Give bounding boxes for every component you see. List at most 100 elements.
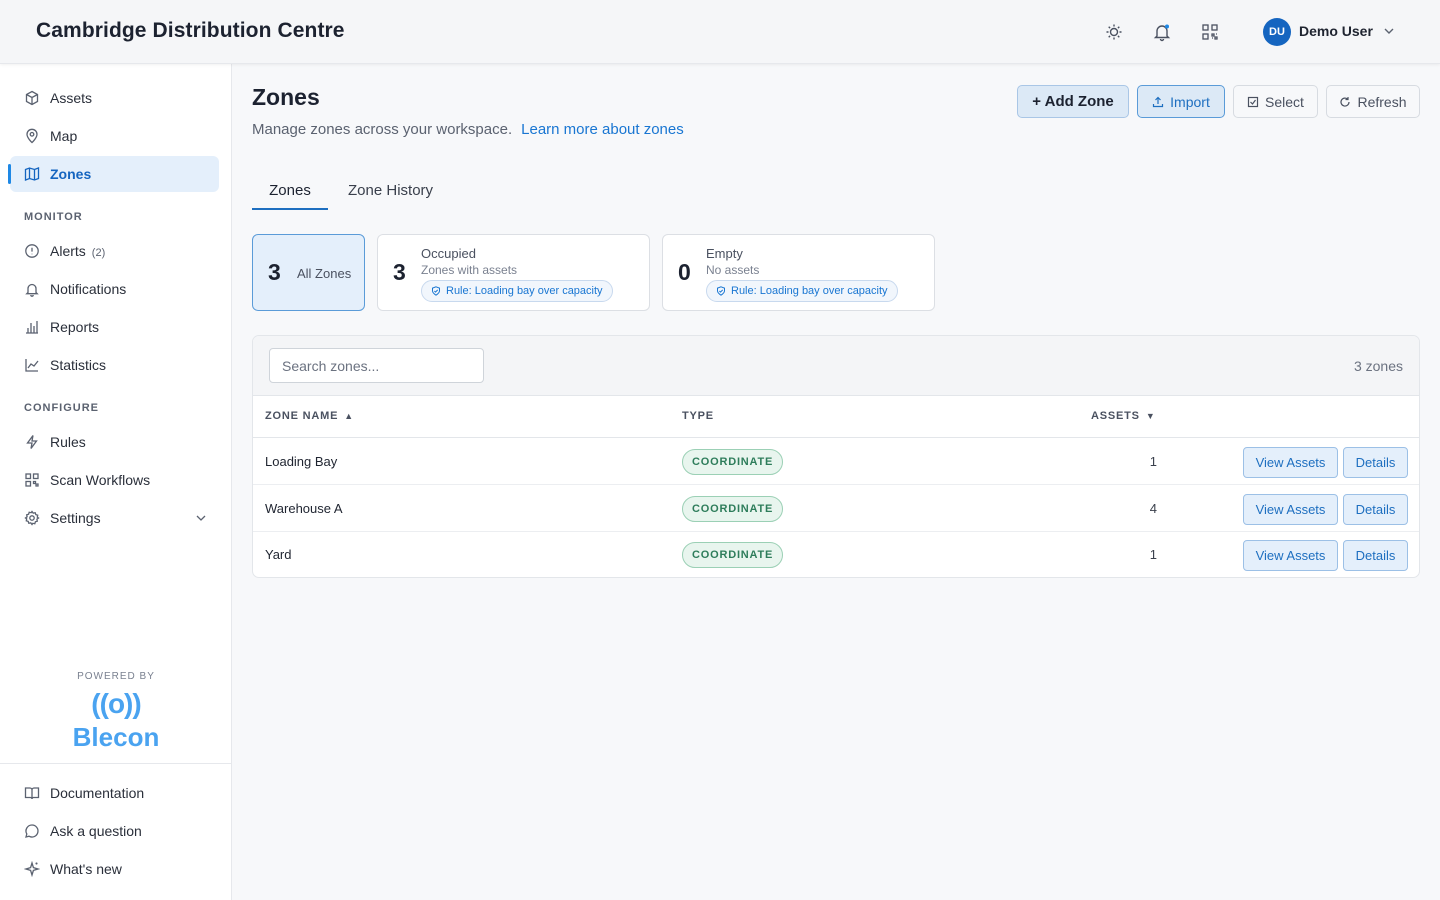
shield-icon	[432, 286, 440, 296]
type-badge: COORDINATE	[682, 449, 784, 475]
sidebar-item-label: Scan Workflows	[50, 472, 151, 488]
sidebar-item-documentation[interactable]: Documentation	[10, 775, 219, 811]
assets-count-cell: 1	[1149, 547, 1157, 562]
sidebar-item-label: Reports	[50, 319, 100, 335]
zone-count: 3 zones	[1353, 358, 1403, 374]
card-count: 3	[393, 259, 406, 285]
rule-pill[interactable]: Rule: Loading bay over capacity	[421, 280, 613, 302]
import-button[interactable]: Import	[1137, 85, 1225, 118]
sidebar-item-label: Map	[50, 128, 78, 144]
card-title: Empty	[706, 246, 743, 261]
sidebar-item-settings[interactable]: Settings	[10, 500, 219, 536]
sidebar-item-label: Rules	[50, 434, 86, 450]
table-row: Yard COORDINATE 1 View Assets Details	[253, 531, 1419, 577]
sidebar-item-ask-a-question[interactable]: Ask a question	[10, 813, 219, 849]
column-header-type[interactable]: TYPE	[682, 410, 714, 422]
card-count: 3	[268, 259, 281, 285]
sidebar-item-label: Documentation	[50, 785, 145, 801]
page-subtitle-text: Manage zones across your workspace.	[252, 121, 513, 138]
column-header-zone-name[interactable]: ZONE NAME ▲	[265, 410, 354, 422]
card-occupied[interactable]: 3 Occupied Zones with assets Rule: Loadi…	[377, 234, 650, 311]
sidebar-item-reports[interactable]: Reports	[10, 309, 219, 345]
cube-icon	[24, 90, 40, 106]
gear-icon	[24, 510, 40, 526]
assets-count-cell: 1	[1149, 454, 1157, 469]
sidebar-item-label: What's new	[50, 861, 122, 877]
tab-zone-history[interactable]: Zone History	[348, 182, 433, 199]
blecon-logo: Blecon	[72, 722, 160, 752]
sidebar-divider	[0, 763, 231, 764]
sidebar-item-rules[interactable]: Rules	[10, 424, 219, 460]
sidebar-item-label: Zones	[50, 166, 92, 182]
column-header-assets[interactable]: ASSETS ▼	[1091, 410, 1156, 422]
details-button[interactable]: Details	[1343, 540, 1408, 571]
refresh-icon	[1340, 96, 1351, 107]
column-header-label: TYPE	[682, 410, 714, 422]
bell-icon	[24, 281, 40, 297]
details-button[interactable]: Details	[1343, 447, 1408, 478]
card-count: 0	[678, 259, 691, 285]
table-toolbar: 3 zones	[253, 336, 1419, 396]
page-subtitle: Manage zones across your workspace. Learn…	[252, 121, 684, 138]
sidebar-item-label: Ask a question	[50, 823, 142, 839]
card-all-zones[interactable]: 3 All Zones	[252, 234, 365, 311]
sort-descending-icon: ▼	[1145, 411, 1156, 421]
sidebar-item-scan-workflows[interactable]: Scan Workflows	[10, 462, 219, 498]
bar-chart-icon	[24, 319, 40, 335]
add-zone-label: + Add Zone	[1032, 93, 1114, 110]
add-zone-button[interactable]: + Add Zone	[1017, 85, 1129, 118]
alert-count-badge: (2)	[91, 247, 106, 259]
column-header-label: ASSETS	[1091, 410, 1140, 422]
sidebar-item-notifications[interactable]: Notifications	[10, 271, 219, 307]
sidebar-item-whats-new[interactable]: What's new	[10, 851, 219, 887]
zone-name-cell: Warehouse A	[265, 501, 343, 516]
active-indicator	[8, 164, 11, 184]
chevron-down-icon[interactable]	[1382, 24, 1396, 38]
card-label: All Zones	[297, 266, 352, 281]
grid-icon	[24, 472, 40, 488]
sidebar-item-map[interactable]: Map	[10, 118, 219, 154]
type-badge: COORDINATE	[682, 496, 784, 522]
avatar[interactable]: DU	[1263, 18, 1291, 46]
select-button[interactable]: Select	[1233, 85, 1318, 118]
column-header-label: ZONE NAME	[265, 410, 339, 422]
sidebar-item-alerts[interactable]: Alerts (2)	[10, 233, 219, 269]
tab-zones[interactable]: Zones	[252, 182, 328, 199]
sidebar-item-statistics[interactable]: Statistics	[10, 347, 219, 383]
view-assets-button[interactable]: View Assets	[1243, 494, 1338, 525]
refresh-button[interactable]: Refresh	[1326, 85, 1420, 118]
search-input[interactable]	[269, 348, 484, 383]
notifications-bell-icon[interactable]	[1152, 22, 1172, 42]
rule-pill[interactable]: Rule: Loading bay over capacity	[706, 280, 898, 302]
chat-icon	[24, 823, 40, 839]
learn-more-link[interactable]: Learn more about zones	[521, 121, 684, 138]
card-empty[interactable]: 0 Empty No assets Rule: Loading bay over…	[662, 234, 935, 311]
card-description: No assets	[706, 263, 760, 277]
type-badge: COORDINATE	[682, 542, 784, 568]
zone-name-cell: Yard	[265, 547, 292, 562]
map-pin-icon	[24, 128, 40, 144]
table-row: Loading Bay COORDINATE 1 View Assets Det…	[253, 438, 1419, 485]
qr-code-icon[interactable]	[1200, 22, 1220, 42]
rule-pill-label: Rule: Loading bay over capacity	[446, 285, 603, 297]
sidebar-item-label: Statistics	[50, 357, 107, 373]
sort-ascending-icon: ▲	[344, 411, 354, 421]
powered-by-label: POWERED BY	[77, 671, 155, 682]
zone-name-cell: Loading Bay	[265, 454, 338, 469]
sidebar-item-zones[interactable]: Zones	[10, 156, 219, 192]
workspace-title: Cambridge Distribution Centre	[36, 19, 345, 42]
section-label-configure: CONFIGURE	[24, 402, 99, 414]
line-chart-icon	[24, 357, 40, 373]
view-assets-button[interactable]: View Assets	[1243, 447, 1338, 478]
rule-pill-label: Rule: Loading bay over capacity	[731, 285, 888, 297]
theme-toggle-sun-icon[interactable]	[1104, 22, 1124, 42]
sidebar-item-assets[interactable]: Assets	[10, 80, 219, 116]
details-button[interactable]: Details	[1343, 494, 1408, 525]
user-name[interactable]: Demo User	[1299, 23, 1373, 39]
assets-count-cell: 4	[1149, 501, 1157, 516]
select-label: Select	[1265, 93, 1304, 110]
zones-table: 3 zones ZONE NAME ▲ TYPE ASSETS ▼ Loading …	[252, 335, 1420, 578]
view-assets-button[interactable]: View Assets	[1243, 540, 1338, 571]
lightning-icon	[24, 434, 40, 450]
table-row: Warehouse A COORDINATE 4 View Assets Det…	[253, 485, 1419, 532]
